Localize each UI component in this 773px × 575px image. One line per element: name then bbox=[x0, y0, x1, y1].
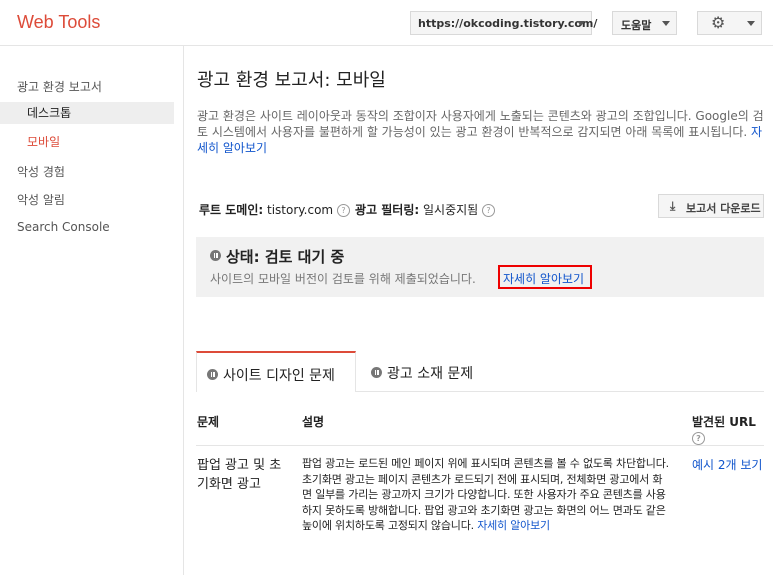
status-panel: 상태: 검토 대기 중 사이트의 모바일 버전이 검토를 위해 제출되었습니다.… bbox=[196, 237, 764, 297]
site-selector[interactable]: https://okcoding.tistory.com/ bbox=[410, 11, 597, 35]
root-domain-value: tistory.com bbox=[267, 203, 334, 217]
tab-creative-label: 광고 소재 문제 bbox=[387, 366, 474, 382]
top-bar: Web Tools https://okcoding.tistory.com/ … bbox=[0, 0, 773, 46]
download-report-button[interactable]: ⤓ 보고서 다운로드 bbox=[658, 194, 764, 218]
table-row-learn-more-link[interactable]: 자세히 알아보기 bbox=[477, 519, 550, 532]
sidebar: 광고 환경 보고서 데스크톱 모바일 악성 경험 악성 알림 Search Co… bbox=[0, 46, 184, 575]
column-header-issue: 문제 bbox=[197, 415, 220, 429]
sidebar-item-abusive-experiences[interactable]: 악성 경험 bbox=[17, 163, 65, 180]
tab-creative-issues[interactable]: 광고 소재 문제 bbox=[371, 351, 473, 391]
status-message: 사이트의 모바일 버전이 검토를 위해 제출되었습니다. bbox=[210, 272, 476, 286]
description-text: 광고 환경은 사이트 레이아웃과 동작의 조합이자 사용자에게 노출되는 콘텐츠… bbox=[197, 109, 764, 139]
site-selector-value: https://okcoding.tistory.com/ bbox=[418, 17, 598, 30]
page-description: 광고 환경은 사이트 레이아웃과 동작의 조합이자 사용자에게 노출되는 콘텐츠… bbox=[197, 108, 767, 156]
pause-icon bbox=[207, 368, 218, 380]
chevron-down-icon bbox=[662, 21, 670, 26]
ad-filtering-value: 일시중지됨 bbox=[423, 203, 479, 217]
tab-site-design-label: 사이트 디자인 문제 bbox=[223, 368, 335, 384]
sidebar-item-search-console[interactable]: Search Console bbox=[17, 220, 110, 234]
help-icon[interactable]: ? bbox=[692, 432, 705, 445]
table-row-issue: 팝업 광고 및 초기화면 광고 bbox=[197, 458, 282, 492]
status-title: 상태: 검토 대기 중 bbox=[210, 246, 344, 267]
column-header-description: 설명 bbox=[302, 415, 325, 429]
status-title-text: 상태: 검토 대기 중 bbox=[226, 248, 345, 266]
sidebar-item-desktop[interactable]: 데스크톱 bbox=[0, 102, 174, 124]
sidebar-item-mobile[interactable]: 모바일 bbox=[0, 131, 174, 153]
settings-button[interactable]: ⚙ bbox=[697, 11, 762, 35]
download-icon: ⤓ bbox=[670, 199, 676, 213]
help-icon[interactable]: ? bbox=[482, 204, 496, 217]
column-header-urls-label: 발견된 URL bbox=[692, 415, 756, 429]
table-divider bbox=[196, 445, 764, 446]
pause-icon bbox=[371, 366, 382, 378]
gear-icon: ⚙ bbox=[711, 13, 726, 32]
root-domain-label: 루트 도메인: bbox=[199, 203, 264, 217]
help-menu-button[interactable]: 도움말 bbox=[612, 11, 677, 35]
main-content: 광고 환경 보고서: 모바일 광고 환경은 사이트 레이아웃과 동작의 조합이자… bbox=[184, 46, 773, 575]
pause-icon bbox=[210, 250, 221, 261]
root-domain: 루트 도메인: tistory.com ? bbox=[199, 201, 350, 218]
help-icon[interactable]: ? bbox=[336, 204, 350, 217]
ad-filtering: 광고 필터링: 일시중지됨 ? bbox=[355, 201, 496, 218]
ad-filtering-label: 광고 필터링: bbox=[355, 203, 420, 217]
app-logo[interactable]: Web Tools bbox=[17, 12, 100, 33]
chevron-down-icon bbox=[577, 21, 585, 26]
download-report-label: 보고서 다운로드 bbox=[686, 202, 761, 215]
tab-site-design-issues[interactable]: 사이트 디자인 문제 bbox=[196, 351, 356, 392]
status-learn-more-highlight: 자세히 알아보기 bbox=[498, 265, 592, 289]
sidebar-item-ad-experience-report[interactable]: 광고 환경 보고서 bbox=[17, 78, 102, 95]
column-header-urls: 발견된 URL ? bbox=[692, 413, 756, 445]
help-menu-label: 도움말 bbox=[621, 19, 652, 32]
table-row-description: 팝업 광고는 로드된 메인 페이지 위에 표시되며 콘텐츠를 볼 수 없도록 차… bbox=[302, 456, 672, 534]
page-title: 광고 환경 보고서: 모바일 bbox=[197, 70, 386, 91]
sidebar-item-abusive-notifications[interactable]: 악성 알림 bbox=[17, 191, 65, 208]
view-examples-link[interactable]: 예시 2개 보기 bbox=[692, 456, 762, 473]
status-learn-more-link[interactable]: 자세히 알아보기 bbox=[503, 270, 584, 287]
issue-tabs: 사이트 디자인 문제 광고 소재 문제 bbox=[196, 351, 764, 392]
chevron-down-icon bbox=[747, 21, 755, 26]
